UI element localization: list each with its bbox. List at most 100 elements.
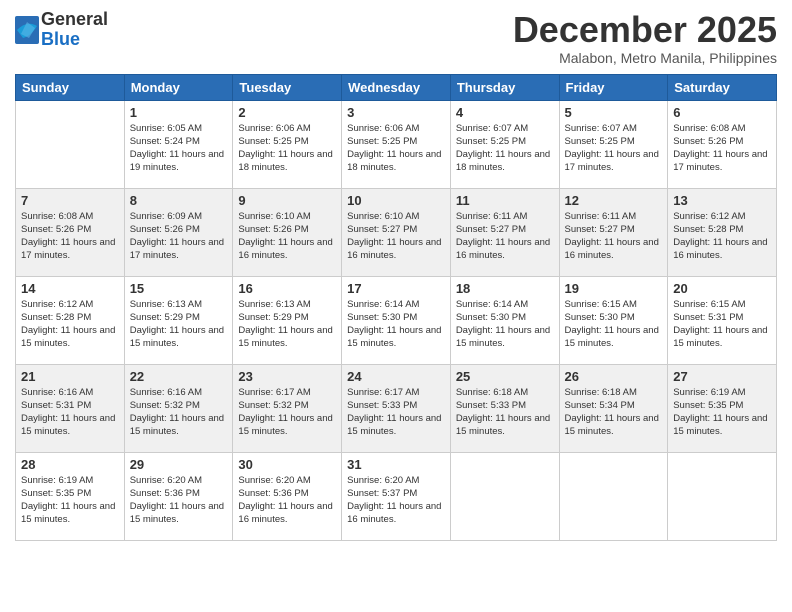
sunrise: Sunrise: 6:17 AM — [238, 387, 310, 398]
sunrise: Sunrise: 6:08 AM — [21, 211, 93, 222]
sunset: Sunset: 5:34 PM — [565, 400, 635, 411]
day-number: 27 — [673, 369, 771, 384]
sunrise: Sunrise: 6:13 AM — [130, 299, 202, 310]
sunrise: Sunrise: 6:18 AM — [456, 387, 528, 398]
sunrise: Sunrise: 6:16 AM — [21, 387, 93, 398]
day-number: 21 — [21, 369, 119, 384]
header-wednesday: Wednesday — [342, 74, 451, 100]
sunrise: Sunrise: 6:07 AM — [565, 123, 637, 134]
calendar-page: General Blue December 2025 Malabon, Metr… — [0, 0, 792, 612]
calendar-row: 7 Sunrise: 6:08 AM Sunset: 5:26 PM Dayli… — [16, 188, 777, 276]
sun-info: Sunrise: 6:09 AM Sunset: 5:26 PM Dayligh… — [130, 210, 228, 263]
day-number: 18 — [456, 281, 554, 296]
sun-info: Sunrise: 6:20 AM Sunset: 5:37 PM Dayligh… — [347, 474, 445, 527]
table-row: 22 Sunrise: 6:16 AM Sunset: 5:32 PM Dayl… — [124, 364, 233, 452]
sunset: Sunset: 5:26 PM — [130, 224, 200, 235]
sun-info: Sunrise: 6:18 AM Sunset: 5:33 PM Dayligh… — [456, 386, 554, 439]
sunrise: Sunrise: 6:06 AM — [347, 123, 419, 134]
table-row: 3 Sunrise: 6:06 AM Sunset: 5:25 PM Dayli… — [342, 100, 451, 188]
header-tuesday: Tuesday — [233, 74, 342, 100]
daylight: Daylight: 11 hours and 15 minutes. — [21, 501, 115, 525]
daylight: Daylight: 11 hours and 19 minutes. — [130, 149, 224, 173]
day-number: 6 — [673, 105, 771, 120]
logo-icon — [15, 16, 39, 44]
day-number: 5 — [565, 105, 663, 120]
day-number: 1 — [130, 105, 228, 120]
sun-info: Sunrise: 6:10 AM Sunset: 5:27 PM Dayligh… — [347, 210, 445, 263]
table-row: 28 Sunrise: 6:19 AM Sunset: 5:35 PM Dayl… — [16, 452, 125, 540]
table-row: 10 Sunrise: 6:10 AM Sunset: 5:27 PM Dayl… — [342, 188, 451, 276]
sun-info: Sunrise: 6:11 AM Sunset: 5:27 PM Dayligh… — [456, 210, 554, 263]
calendar-row: 1 Sunrise: 6:05 AM Sunset: 5:24 PM Dayli… — [16, 100, 777, 188]
header-saturday: Saturday — [668, 74, 777, 100]
sunrise: Sunrise: 6:12 AM — [21, 299, 93, 310]
daylight: Daylight: 11 hours and 18 minutes. — [456, 149, 550, 173]
sun-info: Sunrise: 6:05 AM Sunset: 5:24 PM Dayligh… — [130, 122, 228, 175]
sunrise: Sunrise: 6:14 AM — [347, 299, 419, 310]
sunrise: Sunrise: 6:09 AM — [130, 211, 202, 222]
daylight: Daylight: 11 hours and 18 minutes. — [238, 149, 332, 173]
daylight: Daylight: 11 hours and 15 minutes. — [238, 413, 332, 437]
daylight: Daylight: 11 hours and 15 minutes. — [130, 413, 224, 437]
sunrise: Sunrise: 6:15 AM — [565, 299, 637, 310]
sunrise: Sunrise: 6:18 AM — [565, 387, 637, 398]
table-row: 7 Sunrise: 6:08 AM Sunset: 5:26 PM Dayli… — [16, 188, 125, 276]
sunset: Sunset: 5:36 PM — [130, 488, 200, 499]
sunset: Sunset: 5:30 PM — [565, 312, 635, 323]
sun-info: Sunrise: 6:15 AM Sunset: 5:31 PM Dayligh… — [673, 298, 771, 351]
logo-blue: Blue — [41, 30, 108, 50]
sunset: Sunset: 5:24 PM — [130, 136, 200, 147]
table-row: 31 Sunrise: 6:20 AM Sunset: 5:37 PM Dayl… — [342, 452, 451, 540]
daylight: Daylight: 11 hours and 16 minutes. — [347, 237, 441, 261]
sunset: Sunset: 5:27 PM — [565, 224, 635, 235]
sun-info: Sunrise: 6:16 AM Sunset: 5:32 PM Dayligh… — [130, 386, 228, 439]
table-row: 23 Sunrise: 6:17 AM Sunset: 5:32 PM Dayl… — [233, 364, 342, 452]
sunset: Sunset: 5:31 PM — [673, 312, 743, 323]
day-number: 7 — [21, 193, 119, 208]
daylight: Daylight: 11 hours and 17 minutes. — [565, 149, 659, 173]
sunrise: Sunrise: 6:10 AM — [347, 211, 419, 222]
table-row: 18 Sunrise: 6:14 AM Sunset: 5:30 PM Dayl… — [450, 276, 559, 364]
table-row — [16, 100, 125, 188]
sunset: Sunset: 5:32 PM — [238, 400, 308, 411]
sunrise: Sunrise: 6:11 AM — [456, 211, 528, 222]
sunset: Sunset: 5:25 PM — [347, 136, 417, 147]
day-number: 12 — [565, 193, 663, 208]
calendar-header-row: Sunday Monday Tuesday Wednesday Thursday… — [16, 74, 777, 100]
table-row — [450, 452, 559, 540]
day-number: 3 — [347, 105, 445, 120]
header-sunday: Sunday — [16, 74, 125, 100]
sun-info: Sunrise: 6:06 AM Sunset: 5:25 PM Dayligh… — [347, 122, 445, 175]
sunrise: Sunrise: 6:13 AM — [238, 299, 310, 310]
day-number: 30 — [238, 457, 336, 472]
table-row: 12 Sunrise: 6:11 AM Sunset: 5:27 PM Dayl… — [559, 188, 668, 276]
table-row: 24 Sunrise: 6:17 AM Sunset: 5:33 PM Dayl… — [342, 364, 451, 452]
header-friday: Friday — [559, 74, 668, 100]
calendar-row: 21 Sunrise: 6:16 AM Sunset: 5:31 PM Dayl… — [16, 364, 777, 452]
sunset: Sunset: 5:25 PM — [456, 136, 526, 147]
sunrise: Sunrise: 6:10 AM — [238, 211, 310, 222]
sunset: Sunset: 5:35 PM — [673, 400, 743, 411]
day-number: 28 — [21, 457, 119, 472]
table-row: 15 Sunrise: 6:13 AM Sunset: 5:29 PM Dayl… — [124, 276, 233, 364]
table-row: 11 Sunrise: 6:11 AM Sunset: 5:27 PM Dayl… — [450, 188, 559, 276]
day-number: 16 — [238, 281, 336, 296]
sunset: Sunset: 5:33 PM — [456, 400, 526, 411]
daylight: Daylight: 11 hours and 16 minutes. — [565, 237, 659, 261]
sun-info: Sunrise: 6:18 AM Sunset: 5:34 PM Dayligh… — [565, 386, 663, 439]
sun-info: Sunrise: 6:19 AM Sunset: 5:35 PM Dayligh… — [21, 474, 119, 527]
sun-info: Sunrise: 6:19 AM Sunset: 5:35 PM Dayligh… — [673, 386, 771, 439]
day-number: 4 — [456, 105, 554, 120]
table-row: 2 Sunrise: 6:06 AM Sunset: 5:25 PM Dayli… — [233, 100, 342, 188]
table-row: 20 Sunrise: 6:15 AM Sunset: 5:31 PM Dayl… — [668, 276, 777, 364]
header-thursday: Thursday — [450, 74, 559, 100]
daylight: Daylight: 11 hours and 15 minutes. — [456, 413, 550, 437]
sunset: Sunset: 5:33 PM — [347, 400, 417, 411]
sunset: Sunset: 5:28 PM — [21, 312, 91, 323]
table-row: 25 Sunrise: 6:18 AM Sunset: 5:33 PM Dayl… — [450, 364, 559, 452]
calendar-row: 14 Sunrise: 6:12 AM Sunset: 5:28 PM Dayl… — [16, 276, 777, 364]
sunrise: Sunrise: 6:17 AM — [347, 387, 419, 398]
table-row: 21 Sunrise: 6:16 AM Sunset: 5:31 PM Dayl… — [16, 364, 125, 452]
daylight: Daylight: 11 hours and 15 minutes. — [347, 325, 441, 349]
sunrise: Sunrise: 6:08 AM — [673, 123, 745, 134]
